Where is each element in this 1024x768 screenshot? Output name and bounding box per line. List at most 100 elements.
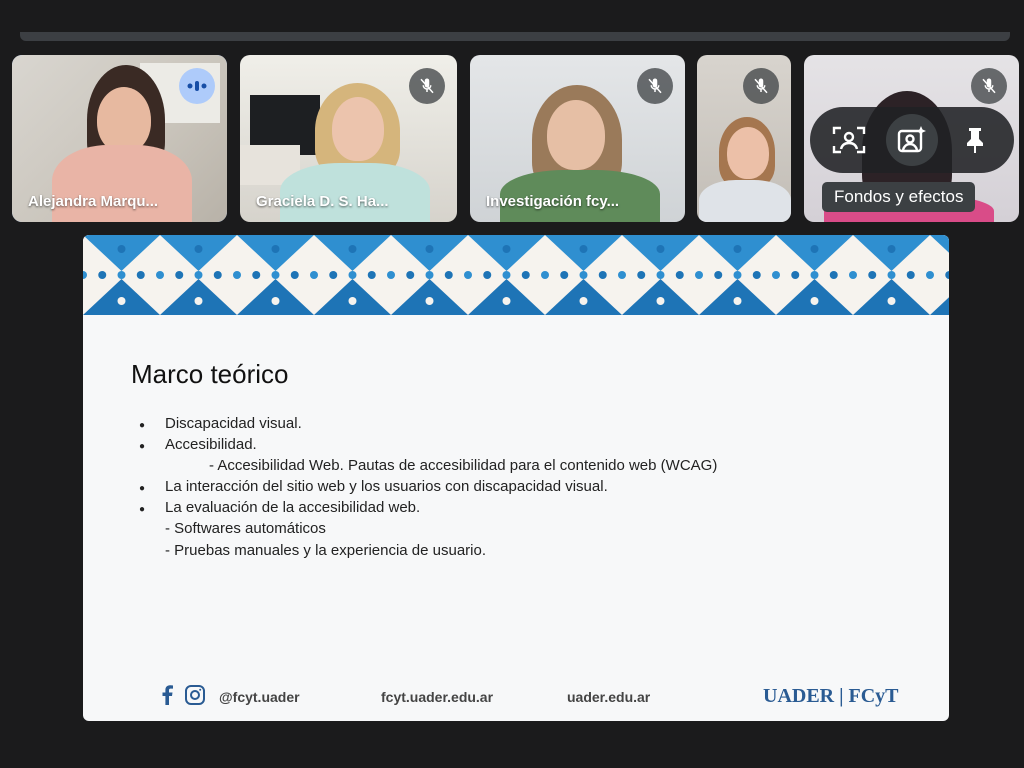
person-face xyxy=(547,100,605,170)
person-face xyxy=(727,127,769,179)
banner-dot xyxy=(502,271,511,279)
facebook-icon xyxy=(161,685,173,708)
website-link: uader.edu.ar xyxy=(567,689,651,705)
banner-dot xyxy=(387,271,395,279)
banner-dot xyxy=(868,271,877,279)
instagram-icon xyxy=(184,684,206,709)
banner-dot xyxy=(887,297,896,305)
participant-name: Alejandra Marqu... xyxy=(28,193,159,210)
mic-off-icon xyxy=(637,68,673,104)
banner-dot xyxy=(656,271,665,279)
banner-dot xyxy=(733,245,742,253)
participant-tile-2[interactable]: Graciela D. S. Ha... xyxy=(240,55,457,222)
banner-dot xyxy=(598,271,607,279)
banner-dot xyxy=(752,271,761,279)
banner-dot xyxy=(887,271,896,279)
banner-dot xyxy=(310,271,318,279)
banner-dot xyxy=(579,271,588,279)
pin-icon[interactable] xyxy=(949,114,1001,166)
banner-dot xyxy=(117,245,126,253)
banner-dot xyxy=(502,245,511,253)
banner-dot xyxy=(521,271,530,279)
participant-strip: Alejandra Marqu... Graciela D. S. Ha... … xyxy=(0,0,1024,230)
participant-tile-4[interactable] xyxy=(697,55,791,222)
mic-off-icon xyxy=(743,68,779,104)
banner-dot xyxy=(213,271,222,279)
person-face xyxy=(332,97,384,161)
banner-dot xyxy=(194,245,203,253)
banner-dot xyxy=(675,271,684,279)
banner-dot xyxy=(502,297,511,305)
banner-dot xyxy=(329,271,338,279)
banner-dot xyxy=(290,271,299,279)
backgrounds-effects-icon[interactable] xyxy=(885,114,938,166)
banner-dot xyxy=(849,271,857,279)
banner-dot xyxy=(233,271,241,279)
banner-dot xyxy=(579,297,588,305)
person-body xyxy=(699,180,791,222)
slide-title: Marco teórico xyxy=(131,359,289,389)
banner-dot xyxy=(271,271,280,279)
website-link: fcyt.uader.edu.ar xyxy=(381,689,494,705)
mic-off-icon xyxy=(971,68,1007,104)
banner-dot xyxy=(733,297,742,305)
banner-dot xyxy=(464,271,472,279)
speaking-indicator-icon xyxy=(179,68,215,104)
banner-dot xyxy=(117,271,126,279)
banner-dot xyxy=(444,271,453,279)
participant-tile-1[interactable]: Alejandra Marqu... xyxy=(12,55,227,222)
social-handle: @fcyt.uader xyxy=(219,689,300,705)
banner-dot xyxy=(194,297,203,305)
uader-logo: UADER | FCyT xyxy=(763,685,899,707)
slide-banner-pattern xyxy=(83,235,949,315)
banner-dot xyxy=(194,271,203,279)
framing-icon[interactable] xyxy=(823,114,875,166)
person-body xyxy=(52,145,192,222)
banner-dot xyxy=(175,271,184,279)
banner-dot xyxy=(810,271,819,279)
mic-off-icon xyxy=(409,68,445,104)
bullet: ● xyxy=(139,483,146,494)
banner-dot xyxy=(425,297,434,305)
participant-name: Investigación fcy... xyxy=(486,193,620,210)
banner-dot xyxy=(117,297,126,305)
banner-dot xyxy=(367,271,376,279)
banner-dot xyxy=(656,297,665,305)
banner-dot xyxy=(425,245,434,253)
bullet: ● xyxy=(139,441,146,452)
banner-dot xyxy=(695,271,703,279)
participant-name: Graciela D. S. Ha... xyxy=(256,193,389,210)
bullet: ● xyxy=(139,420,146,431)
tile-hover-toolbar xyxy=(810,107,1014,173)
banner-dot xyxy=(579,245,588,253)
banner-dot xyxy=(156,271,164,279)
banner-dot xyxy=(560,271,569,279)
banner-dot xyxy=(406,271,415,279)
banner-dot xyxy=(483,271,492,279)
banner-dot xyxy=(637,271,646,279)
banner-dot xyxy=(252,271,261,279)
banner-dot xyxy=(810,245,819,253)
banner-dot xyxy=(541,271,549,279)
slide-footer: @fcyt.uader fcyt.uader.edu.ar uader.edu.… xyxy=(83,683,949,713)
banner-dot xyxy=(98,271,107,279)
banner-dot xyxy=(618,271,626,279)
banner-dot xyxy=(791,271,800,279)
banner-dot xyxy=(906,271,915,279)
banner-dot xyxy=(271,297,280,305)
banner-dot xyxy=(926,271,934,279)
presentation-slide: Marco teórico ● Discapacidad visual. ● A… xyxy=(83,235,949,721)
banner-dot xyxy=(772,271,780,279)
tooltip: Fondos y efectos xyxy=(822,182,976,212)
banner-dot xyxy=(425,271,434,279)
banner-dot xyxy=(271,245,280,253)
banner-dot xyxy=(656,245,665,253)
banner-dot xyxy=(733,271,742,279)
banner-dot xyxy=(887,245,896,253)
banner-dot xyxy=(348,245,357,253)
participant-tile-3[interactable]: Investigación fcy... xyxy=(470,55,685,222)
banner-dot xyxy=(810,297,819,305)
banner-dot xyxy=(136,271,145,279)
bullet: ● xyxy=(139,504,146,515)
banner-dot xyxy=(829,271,838,279)
